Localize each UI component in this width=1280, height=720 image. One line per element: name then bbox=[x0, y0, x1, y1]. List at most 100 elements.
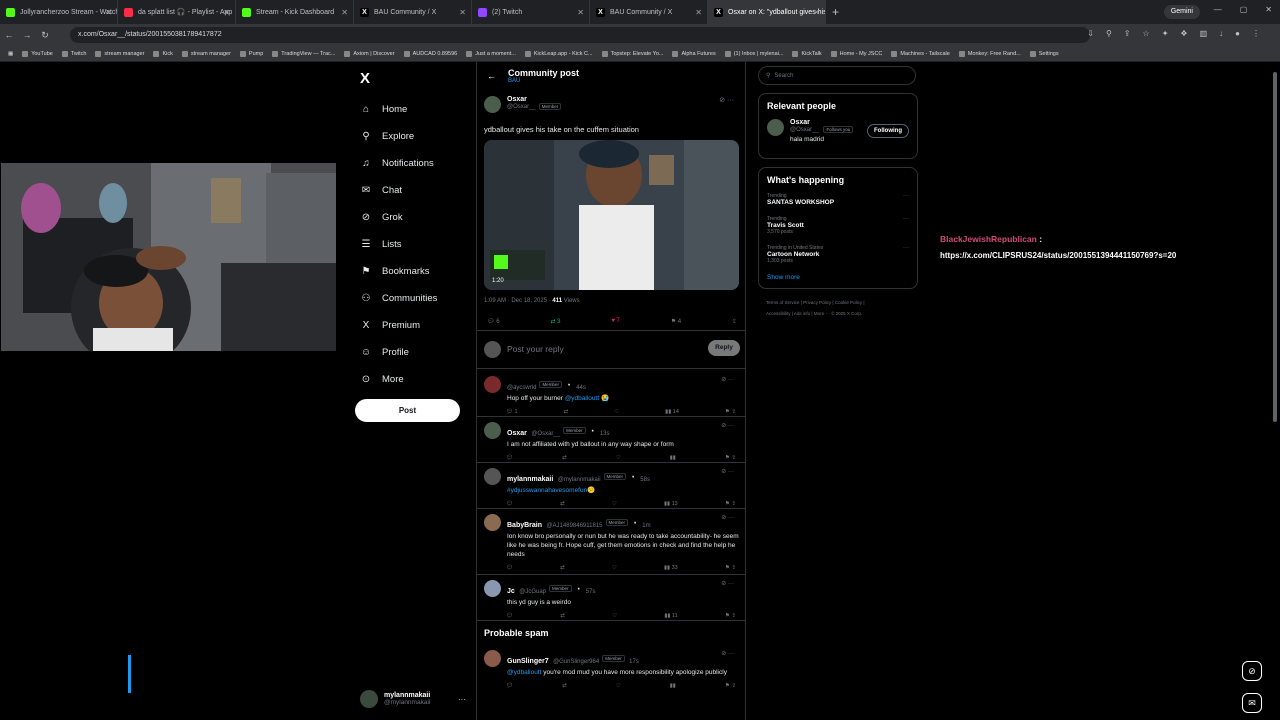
reply-icon[interactable]: 💬︎ bbox=[506, 613, 513, 619]
tab-close-icon[interactable]: ✕ bbox=[459, 8, 466, 17]
bookmark-item[interactable]: Machines - Tailscale bbox=[891, 50, 950, 57]
post-video[interactable]: 1:20 bbox=[484, 140, 739, 290]
bookmark-share-icons[interactable]: ⚑ ⇪ bbox=[725, 613, 736, 619]
reply-icon[interactable]: 💬︎ bbox=[506, 565, 513, 571]
sidebar-item-premium[interactable]: X Premium bbox=[360, 312, 470, 339]
bookmark-share-icons[interactable]: ⚑ ⇪ bbox=[725, 501, 736, 507]
tab-close-icon[interactable]: ✕ bbox=[223, 8, 230, 17]
sidebar-item-chat[interactable]: ✉ Chat bbox=[360, 177, 470, 204]
new-tab-button[interactable]: + bbox=[832, 5, 839, 19]
bookmark-item[interactable]: AUDCAD 0.89596 bbox=[403, 50, 457, 57]
forward-icon[interactable]: → bbox=[18, 30, 36, 40]
reply-more-icon[interactable]: ⊘ ··· bbox=[721, 580, 734, 587]
show-more-link[interactable]: Show more bbox=[767, 274, 909, 281]
bookmark-share-icons[interactable]: ⚑ ⇪ bbox=[725, 565, 736, 571]
bookmark-item[interactable]: Just a moment... bbox=[466, 50, 516, 57]
sidebar-item-lists[interactable]: ☰ Lists bbox=[360, 231, 470, 258]
zoom-icon[interactable]: ⚲ bbox=[1106, 29, 1112, 38]
reply-mention[interactable]: @ydballoutt bbox=[507, 669, 541, 676]
repost-icon[interactable]: ⇄ bbox=[560, 613, 565, 619]
footer-line[interactable]: Accessibility | Ads info | More ··· © 20… bbox=[766, 308, 918, 319]
browser-tab[interactable]: X BAU Community / X ✕ bbox=[354, 0, 472, 24]
back-icon[interactable]: ← bbox=[0, 30, 18, 40]
relevant-avatar[interactable] bbox=[767, 119, 784, 136]
bookmark-item[interactable]: Kick bbox=[153, 50, 173, 57]
sidebar-item-bookmarks[interactable]: ⚑ Bookmarks bbox=[360, 258, 470, 285]
bookmark-item[interactable]: KickTalk bbox=[792, 50, 822, 57]
reload-icon[interactable]: ↻ bbox=[36, 30, 54, 41]
sidebar-item-explore[interactable]: ⚲ Explore bbox=[360, 123, 470, 150]
bookmark-share-icons[interactable]: ⚑ ⇪ bbox=[725, 409, 736, 415]
browser-tab[interactable]: X Osxar on X: "ydballout gives his ✕ bbox=[708, 0, 826, 24]
account-more-icon[interactable]: ··· bbox=[458, 695, 466, 704]
share-post-icon[interactable]: ⇪ bbox=[732, 318, 737, 325]
repost-icon[interactable]: ⇄ bbox=[560, 565, 565, 571]
reply-more-icon[interactable]: ⊘ ··· bbox=[721, 468, 734, 475]
trend-more-icon[interactable]: ··· bbox=[903, 216, 909, 222]
bookmark-item[interactable]: Home - My JSCC bbox=[830, 50, 882, 57]
account-switcher[interactable]: mylannmakaii @mylannmakaii ··· bbox=[360, 690, 466, 708]
bookmark-item[interactable]: Monkey: Free Rand... bbox=[958, 50, 1021, 57]
heart-icon[interactable]: ♡ bbox=[616, 683, 621, 689]
sidebar-item-profile[interactable]: ☺ Profile bbox=[360, 339, 470, 366]
reply-avatar[interactable] bbox=[484, 376, 501, 393]
browser-tab[interactable]: (2) Twitch ✕ bbox=[472, 0, 590, 24]
install-icon[interactable]: ⇩ bbox=[1087, 29, 1094, 38]
messages-fab-icon[interactable]: ✉ bbox=[1242, 693, 1262, 713]
bookmark-item[interactable]: KickLeap.app - Kick C... bbox=[524, 50, 593, 57]
heart-icon[interactable]: ♡ bbox=[612, 501, 617, 507]
op-avatar[interactable] bbox=[484, 96, 501, 113]
sidebar-item-communities[interactable]: ⚇ Communities bbox=[360, 285, 470, 312]
bookmark-item[interactable]: Pump bbox=[239, 50, 263, 57]
gemini-button[interactable]: Gemini bbox=[1163, 5, 1200, 19]
views-icon[interactable]: ▮▮ 13 bbox=[664, 501, 678, 507]
probable-spam-heading[interactable]: Probable spam bbox=[484, 628, 549, 638]
reply-name[interactable]: mylannmakaii bbox=[507, 476, 553, 483]
close-window-icon[interactable]: ✕ bbox=[1265, 5, 1272, 14]
reply-handle[interactable]: @mylannmakaii bbox=[558, 477, 601, 483]
reply-avatar[interactable] bbox=[484, 514, 501, 531]
following-button[interactable]: Following bbox=[867, 124, 909, 138]
views-icon[interactable]: ▮▮ 33 bbox=[664, 565, 678, 571]
views-icon[interactable]: ▮▮ 11 bbox=[664, 613, 677, 619]
reply-avatar[interactable] bbox=[484, 650, 501, 667]
reply-handle[interactable]: @Osxar__ bbox=[531, 431, 560, 437]
trend-item[interactable]: Trending Travis Scott 3,570 posts ··· bbox=[767, 216, 909, 235]
like-action[interactable]: ♥ 7 bbox=[611, 318, 620, 325]
bookmark-item[interactable]: Topstep: Elevate Yo... bbox=[601, 50, 663, 57]
bookmark-item[interactable]: Twitch bbox=[61, 50, 86, 57]
profile-avatar-icon[interactable]: ● bbox=[1235, 29, 1240, 38]
search-input[interactable]: ⚲ Search bbox=[758, 66, 916, 85]
post-button[interactable]: Post bbox=[355, 399, 460, 422]
reply-button[interactable]: Reply bbox=[708, 340, 740, 356]
reply-time[interactable]: 58s bbox=[640, 477, 650, 483]
repost-action[interactable]: ⇄ 3 bbox=[550, 318, 560, 325]
reply-mention[interactable]: @ydballoutt bbox=[565, 395, 599, 402]
reply-time[interactable]: 57s bbox=[586, 589, 596, 595]
menu-icon[interactable]: ⋮ bbox=[1252, 29, 1260, 38]
back-arrow-icon[interactable]: ← bbox=[487, 71, 496, 81]
reply-name[interactable]: GunSlinger7 bbox=[507, 658, 549, 665]
share-icon[interactable]: ⇪ bbox=[1124, 29, 1131, 38]
reply-time[interactable]: 1m bbox=[642, 523, 650, 529]
trend-more-icon[interactable]: ··· bbox=[903, 193, 909, 199]
reply-icon[interactable]: 💬︎ 1 bbox=[506, 409, 518, 415]
url-input[interactable]: x.com/Osxar__/status/2001550381789417872 bbox=[70, 27, 1090, 43]
x-logo[interactable]: X bbox=[360, 70, 370, 87]
reply-time[interactable]: 13s bbox=[600, 431, 610, 437]
star-icon[interactable]: ☆ bbox=[1143, 29, 1150, 38]
tab-close-icon[interactable]: ✕ bbox=[105, 8, 112, 17]
tab-close-icon[interactable]: ✕ bbox=[341, 8, 348, 17]
relevant-handle[interactable]: @Osxar__ bbox=[790, 127, 819, 133]
reply-name[interactable]: Osxar bbox=[507, 430, 527, 437]
repost-icon[interactable]: ⇄ bbox=[564, 409, 569, 415]
bookmark-item[interactable]: Settings bbox=[1029, 50, 1059, 57]
trend-item[interactable]: Trending SANTAS WORKSHOP ··· bbox=[767, 193, 909, 206]
bookmark-action[interactable]: ⚑ 4 bbox=[671, 318, 681, 325]
reply-icon[interactable]: 💬︎ bbox=[506, 455, 513, 461]
trend-item[interactable]: Trending in United States Cartoon Network… bbox=[767, 245, 909, 264]
repost-icon[interactable]: ⇄ bbox=[562, 455, 567, 461]
sidebar-item-home[interactable]: ⌂ Home bbox=[360, 96, 470, 123]
reply-name[interactable]: Jc bbox=[507, 588, 515, 595]
sidepanel-icon[interactable]: ▥ bbox=[1200, 29, 1208, 38]
